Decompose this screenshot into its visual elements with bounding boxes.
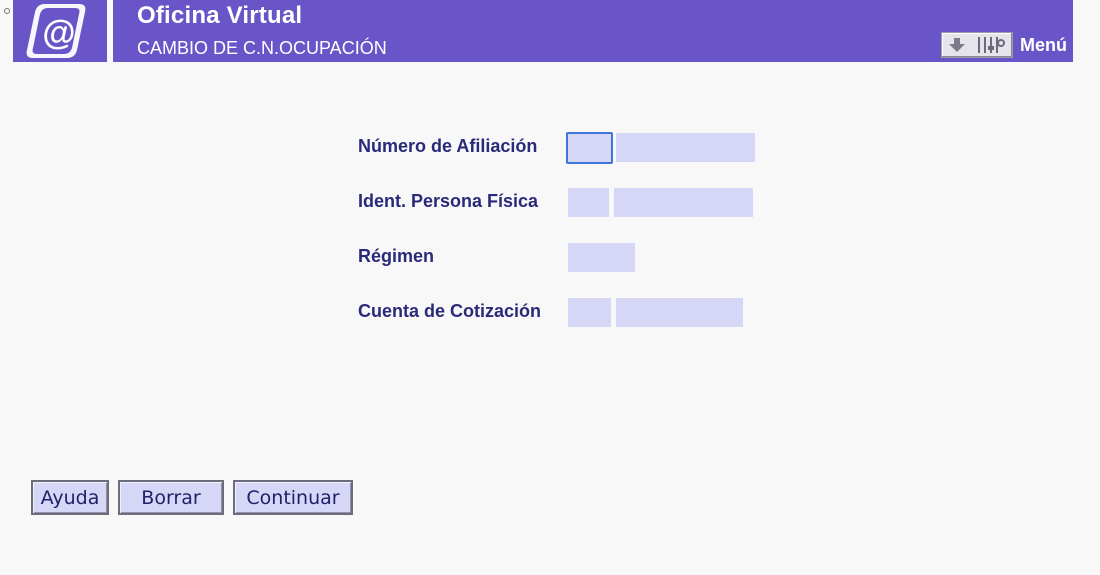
at-sign-logo-icon: @ <box>26 4 86 58</box>
continue-button[interactable]: Continuar <box>233 480 353 515</box>
app-title: Oficina Virtual <box>137 2 303 29</box>
numero-afiliacion-number-input[interactable] <box>616 133 755 162</box>
corner-marker <box>4 8 10 14</box>
regimen-input[interactable] <box>568 243 635 272</box>
label-regimen: Régimen <box>358 246 435 266</box>
menu-icon-group[interactable] <box>941 32 1013 58</box>
ident-persona-number-input[interactable] <box>614 188 753 217</box>
page-subtitle: CAMBIO DE C.N.OCUPACIÓN <box>137 38 387 58</box>
svg-text:@: @ <box>42 14 75 52</box>
header-bar: Oficina Virtual CAMBIO DE C.N.OCUPACIÓN … <box>113 0 1073 62</box>
menu-label[interactable]: Menú <box>1020 35 1067 56</box>
cuenta-cotizacion-prefix-input[interactable] <box>568 298 611 327</box>
numero-afiliacion-prefix-input[interactable] <box>566 132 613 164</box>
menu-button[interactable]: Menú <box>941 32 1067 58</box>
settings-sliders-icon <box>978 37 1005 53</box>
logo: @ <box>13 0 107 62</box>
download-arrow-icon <box>949 38 965 52</box>
ident-persona-type-input[interactable] <box>568 188 609 217</box>
label-ident-persona-fisica: Ident. Persona Física <box>358 191 539 211</box>
label-numero-afiliacion: Número de Afiliación <box>358 136 538 156</box>
cuenta-cotizacion-number-input[interactable] <box>616 298 743 327</box>
clear-button[interactable]: Borrar <box>118 480 224 515</box>
help-button[interactable]: Ayuda <box>31 480 109 515</box>
label-cuenta-cotizacion: Cuenta de Cotización <box>358 301 542 321</box>
